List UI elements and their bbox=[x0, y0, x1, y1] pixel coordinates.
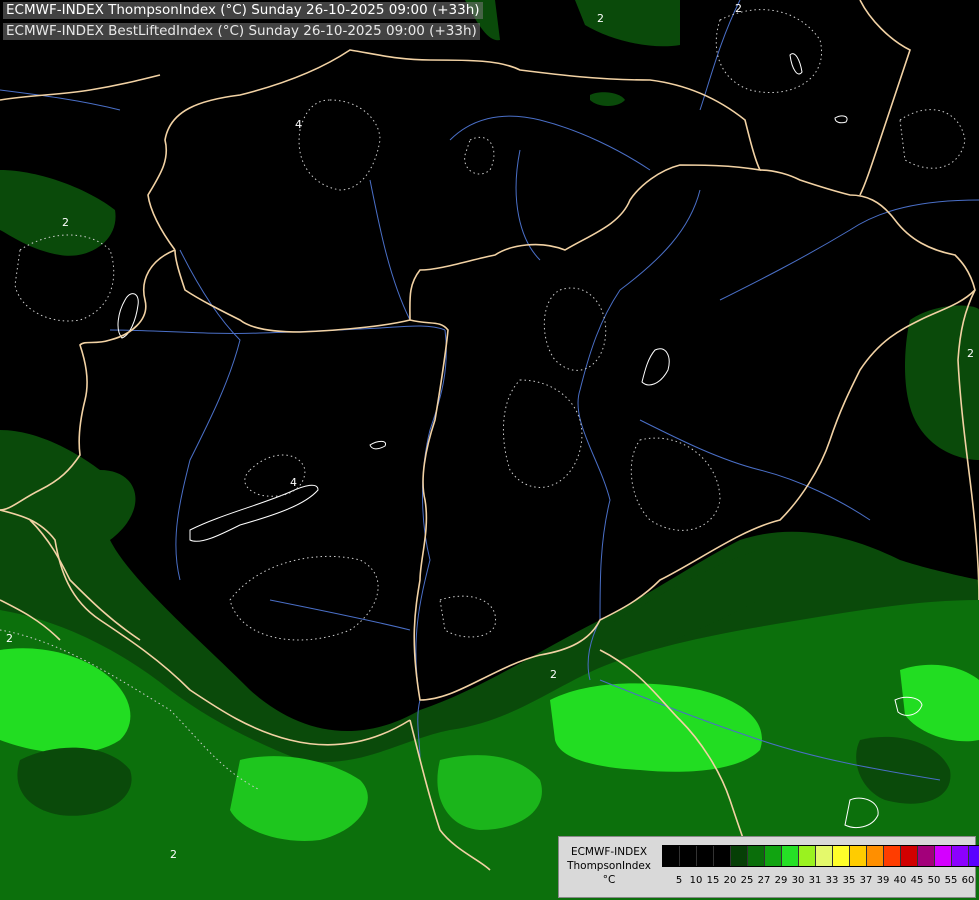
contour-label: 2 bbox=[6, 632, 13, 645]
legend-model: ECMWF-INDEX bbox=[570, 846, 648, 858]
legend-tick-label: 15 bbox=[706, 875, 720, 886]
legend-caption: ECMWF-INDEX ThompsonIndex °C bbox=[561, 845, 657, 887]
legend-tick-label: 27 bbox=[757, 875, 771, 886]
legend-tick-label: 30 bbox=[791, 875, 805, 886]
legend-swatch bbox=[833, 846, 850, 866]
legend-tick-label: 50 bbox=[927, 875, 941, 886]
color-legend: ECMWF-INDEX ThompsonIndex °C 5 10 15 20 25 27… bbox=[558, 836, 979, 898]
legend-unit: °C bbox=[602, 874, 616, 886]
map-title-thompson-index: ECMWF-INDEX ThompsonIndex (°C) Sunday 26… bbox=[3, 2, 483, 19]
contour-label: 2 bbox=[967, 347, 974, 360]
legend-tick-label: 45 bbox=[910, 875, 924, 886]
legend-tick-label: 33 bbox=[825, 875, 839, 886]
contour-label: 2 bbox=[62, 216, 69, 229]
contour-label: 2 bbox=[170, 848, 177, 861]
weather-map: 2 4 2 2 4 2 2 2 2 bbox=[0, 0, 979, 900]
legend-swatch bbox=[731, 846, 748, 866]
legend-swatch bbox=[867, 846, 884, 866]
legend-swatch bbox=[969, 846, 979, 866]
contour-label: 4 bbox=[295, 118, 302, 131]
legend-swatch bbox=[714, 846, 731, 866]
legend-swatch bbox=[850, 846, 867, 866]
legend-tick-label: 10 bbox=[689, 875, 703, 886]
legend-variable: ThompsonIndex bbox=[567, 860, 651, 872]
map-viewport: 2 4 2 2 4 2 2 2 2 ECMWF-INDEX ThompsonIn… bbox=[0, 0, 979, 900]
legend-tick-label: 29 bbox=[774, 875, 788, 886]
legend-tick-label: 25 bbox=[740, 875, 754, 886]
legend-swatch bbox=[782, 846, 799, 866]
legend-swatch bbox=[935, 846, 952, 866]
legend-swatch bbox=[748, 846, 765, 866]
legend-swatch bbox=[884, 846, 901, 866]
legend-tick-label: 20 bbox=[723, 875, 737, 886]
legend-color-bar bbox=[662, 845, 979, 867]
contour-label: 4 bbox=[290, 476, 297, 489]
legend-tick-label: 55 bbox=[944, 875, 958, 886]
legend-swatch bbox=[765, 846, 782, 866]
legend-swatch bbox=[697, 846, 714, 866]
legend-tick-label: 35 bbox=[842, 875, 856, 886]
legend-tick-label: 5 bbox=[675, 875, 683, 886]
legend-tick-label: 31 bbox=[808, 875, 822, 886]
contour-label: 2 bbox=[550, 668, 557, 681]
legend-tick-label: 40 bbox=[893, 875, 907, 886]
legend-tick-label: 60 bbox=[961, 875, 975, 886]
map-title-best-lifted-index: ECMWF-INDEX BestLiftedIndex (°C) Sunday … bbox=[3, 23, 480, 40]
contour-label: 2 bbox=[597, 12, 604, 25]
legend-swatch bbox=[918, 846, 935, 866]
legend-swatch bbox=[663, 846, 680, 866]
legend-swatch bbox=[816, 846, 833, 866]
legend-swatch bbox=[680, 846, 697, 866]
legend-tick-label: 37 bbox=[859, 875, 873, 886]
legend-swatch bbox=[799, 846, 816, 866]
legend-swatch bbox=[901, 846, 918, 866]
contour-label: 2 bbox=[735, 2, 742, 15]
legend-tick-label: 39 bbox=[876, 875, 890, 886]
legend-swatch bbox=[952, 846, 969, 866]
